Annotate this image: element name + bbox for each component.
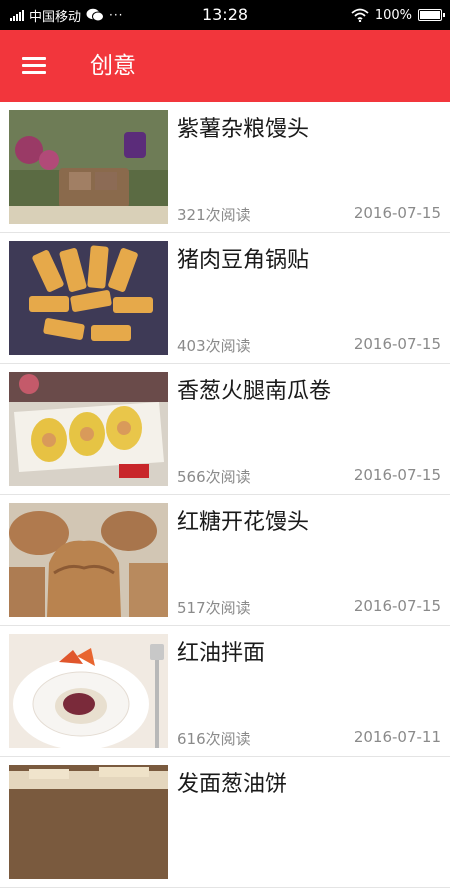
battery-percent: 100% (374, 7, 412, 23)
article-thumbnail (9, 372, 168, 486)
page-title: 创意 (90, 53, 136, 79)
read-count: 321次阅读 (177, 206, 251, 224)
wifi-icon (351, 8, 369, 22)
app-bar: 创意 (0, 30, 450, 102)
list-item[interactable]: 猪肉豆角锅贴 403次阅读 2016-07-15 (0, 233, 450, 364)
hamburger-menu-icon[interactable] (22, 56, 48, 76)
article-date: 2016-07-15 (353, 466, 441, 484)
list-item[interactable]: 红糖开花馒头 517次阅读 2016-07-15 (0, 495, 450, 626)
read-count: 566次阅读 (177, 468, 251, 486)
article-title: 发面葱油饼 (177, 772, 288, 797)
read-count: 616次阅读 (177, 730, 251, 748)
article-title: 猪肉豆角锅贴 (177, 248, 310, 273)
status-bar: 中国移动 ··· 13:28 100% (0, 0, 450, 30)
read-count: 517次阅读 (177, 599, 251, 617)
article-title: 香葱火腿南瓜卷 (177, 379, 332, 404)
article-title: 红糖开花馒头 (177, 510, 310, 535)
article-date: 2016-07-15 (353, 597, 441, 615)
read-count: 403次阅读 (177, 337, 251, 355)
article-thumbnail (9, 765, 168, 879)
list-item[interactable]: 红油拌面 616次阅读 2016-07-11 (0, 626, 450, 757)
list-item[interactable]: 香葱火腿南瓜卷 566次阅读 2016-07-15 (0, 364, 450, 495)
article-thumbnail (9, 503, 168, 617)
list-item[interactable]: 紫薯杂粮馒头 321次阅读 2016-07-15 (0, 102, 450, 233)
article-date: 2016-07-11 (353, 728, 441, 746)
list-item[interactable]: 发面葱油饼 (0, 757, 450, 888)
article-title: 红油拌面 (177, 641, 266, 666)
battery-icon (418, 9, 445, 21)
article-thumbnail (9, 241, 168, 355)
article-list: 紫薯杂粮馒头 321次阅读 2016-07-15 猪肉豆角锅贴 403次阅读 2… (0, 102, 450, 888)
article-thumbnail (9, 110, 168, 224)
article-date: 2016-07-15 (353, 204, 441, 222)
article-thumbnail (9, 634, 168, 748)
article-date: 2016-07-15 (353, 335, 441, 353)
article-title: 紫薯杂粮馒头 (177, 117, 310, 142)
